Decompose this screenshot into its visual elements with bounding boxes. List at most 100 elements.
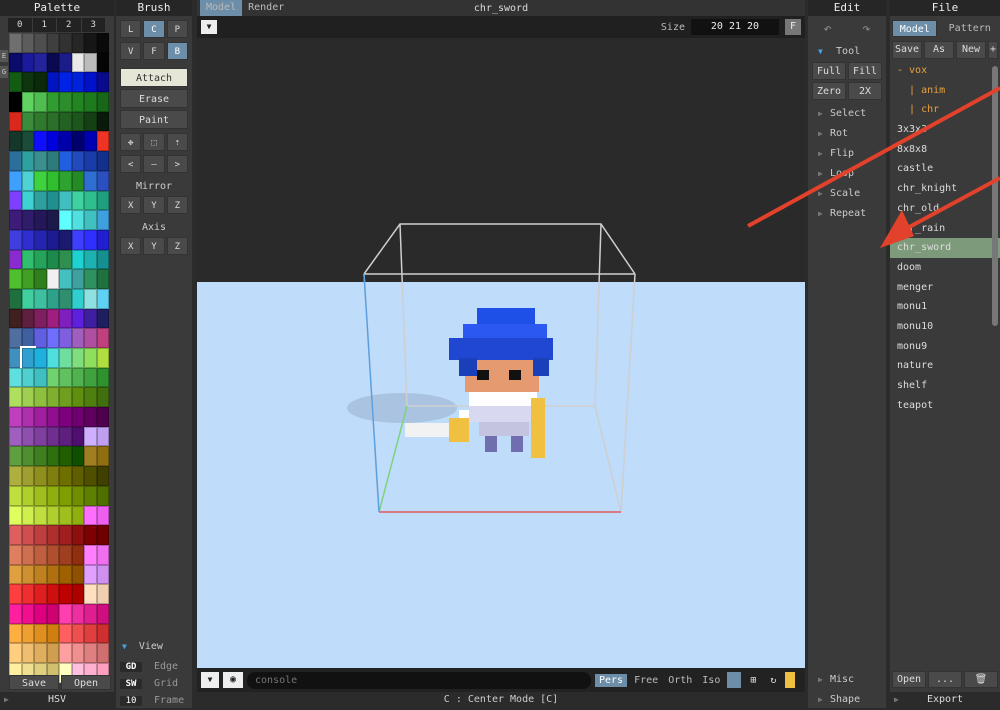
palette-swatch[interactable]	[9, 191, 22, 211]
palette-swatch[interactable]	[22, 604, 35, 624]
palette-swatch[interactable]	[22, 289, 35, 309]
palette-swatch[interactable]	[84, 309, 97, 329]
palette-swatch[interactable]	[9, 525, 22, 545]
palette-swatch[interactable]	[59, 466, 72, 486]
palette-swatch[interactable]	[59, 506, 72, 526]
axis-y-button[interactable]: Y	[143, 237, 164, 255]
palette-swatch[interactable]	[9, 584, 22, 604]
file-open-button[interactable]: Open	[892, 671, 926, 688]
palette-swatch[interactable]	[47, 407, 60, 427]
file-list-item[interactable]: | anim	[890, 81, 1000, 101]
file-save-as-button[interactable]: As	[924, 41, 954, 59]
palette-side-g[interactable]: G	[0, 66, 8, 78]
palette-swatch[interactable]	[97, 151, 110, 171]
palette-swatch[interactable]	[97, 486, 110, 506]
palette-swatch[interactable]	[84, 565, 97, 585]
palette-swatch[interactable]	[22, 210, 35, 230]
palette-swatch[interactable]	[47, 191, 60, 211]
palette-swatch[interactable]	[9, 72, 22, 92]
palette-swatch[interactable]	[59, 584, 72, 604]
edit-item-repeat[interactable]: ▶Repeat	[808, 204, 886, 224]
palette-swatch[interactable]	[72, 643, 85, 663]
palette-swatch[interactable]	[47, 506, 60, 526]
tool-fill-button[interactable]: Fill	[848, 62, 882, 80]
palette-swatch[interactable]	[97, 624, 110, 644]
palette-swatch[interactable]	[9, 604, 22, 624]
palette-swatch[interactable]	[84, 446, 97, 466]
palette-swatch[interactable]	[59, 407, 72, 427]
view-orth-button[interactable]: Orth	[665, 675, 695, 686]
palette-mode-row[interactable]: ▶ HSV	[0, 692, 114, 708]
rotate-icon[interactable]: ↻	[765, 675, 781, 686]
palette-swatch[interactable]	[97, 604, 110, 624]
palette-swatch[interactable]	[72, 72, 85, 92]
palette-swatch[interactable]	[59, 53, 72, 73]
palette-swatch[interactable]	[72, 33, 85, 53]
tab-model[interactable]: Model	[200, 0, 242, 16]
erase-button[interactable]: Erase	[120, 89, 188, 108]
palette-swatch[interactable]	[34, 33, 47, 53]
palette-swatch[interactable]	[22, 545, 35, 565]
palette-swatch[interactable]	[9, 624, 22, 644]
palette-swatch[interactable]	[47, 565, 60, 585]
palette-swatch[interactable]	[47, 446, 60, 466]
palette-swatch[interactable]	[34, 486, 47, 506]
edit-item-select[interactable]: ▶Select	[808, 104, 886, 124]
palette-col-0[interactable]: 0	[8, 18, 32, 32]
file-save-button[interactable]: Save	[892, 41, 922, 59]
layout-icon[interactable]	[727, 672, 741, 688]
palette-swatch[interactable]	[47, 92, 60, 112]
palette-swatch[interactable]	[34, 230, 47, 250]
middle-button[interactable]: —	[143, 155, 164, 173]
palette-swatch[interactable]	[84, 72, 97, 92]
size-fit-button[interactable]: F	[785, 19, 801, 35]
palette-swatch[interactable]	[34, 328, 47, 348]
palette-swatch[interactable]	[59, 250, 72, 270]
edit-item-flip[interactable]: ▶Flip	[808, 144, 886, 164]
palette-swatch[interactable]	[9, 230, 22, 250]
palette-swatch[interactable]	[47, 348, 60, 368]
palette-swatch[interactable]	[84, 368, 97, 388]
file-list-item[interactable]: monu10	[890, 317, 1000, 337]
palette-swatch[interactable]	[47, 545, 60, 565]
file-list-item[interactable]: | chr	[890, 100, 1000, 120]
palette-swatch[interactable]	[34, 171, 47, 191]
palette-swatch[interactable]	[34, 348, 47, 368]
palette-col-2[interactable]: 2	[57, 18, 81, 32]
palette-swatch[interactable]	[97, 446, 110, 466]
brush-p-button[interactable]: P	[167, 20, 188, 38]
file-list-item[interactable]: chr_sword	[890, 238, 1000, 258]
edit-item-misc[interactable]: ▶Misc	[808, 670, 886, 690]
palette-swatch[interactable]	[72, 289, 85, 309]
palette-swatch[interactable]	[97, 92, 110, 112]
palette-swatch[interactable]	[9, 289, 22, 309]
palette-swatch[interactable]	[47, 643, 60, 663]
palette-swatch[interactable]	[47, 427, 60, 447]
palette-swatch[interactable]	[97, 269, 110, 289]
file-list-item[interactable]: teapot	[890, 396, 1000, 416]
palette-swatch[interactable]	[22, 624, 35, 644]
palette-swatch[interactable]	[59, 131, 72, 151]
palette-swatch[interactable]	[59, 191, 72, 211]
palette-swatch[interactable]	[22, 466, 35, 486]
palette-swatch[interactable]	[9, 33, 22, 53]
file-tab-model[interactable]: Model	[892, 20, 937, 37]
palette-swatch[interactable]	[84, 171, 97, 191]
palette-swatch[interactable]	[9, 427, 22, 447]
palette-swatch[interactable]	[84, 466, 97, 486]
palette-swatch[interactable]	[84, 624, 97, 644]
palette-swatch[interactable]	[84, 92, 97, 112]
file-add-button[interactable]: +	[988, 41, 998, 59]
palette-swatch[interactable]	[59, 269, 72, 289]
edit-item-shape[interactable]: ▶Shape	[808, 690, 886, 710]
palette-swatch[interactable]	[47, 466, 60, 486]
palette-swatch[interactable]	[22, 309, 35, 329]
tab-render[interactable]: Render	[242, 0, 290, 16]
mirror-x-button[interactable]: X	[120, 196, 141, 214]
undo-icon[interactable]: ↶	[823, 21, 831, 37]
mirror-z-button[interactable]: Z	[167, 196, 188, 214]
palette-swatch[interactable]	[59, 92, 72, 112]
split-view-icon[interactable]: ⊞	[745, 675, 761, 686]
palette-swatch[interactable]	[84, 427, 97, 447]
palette-swatch[interactable]	[34, 151, 47, 171]
